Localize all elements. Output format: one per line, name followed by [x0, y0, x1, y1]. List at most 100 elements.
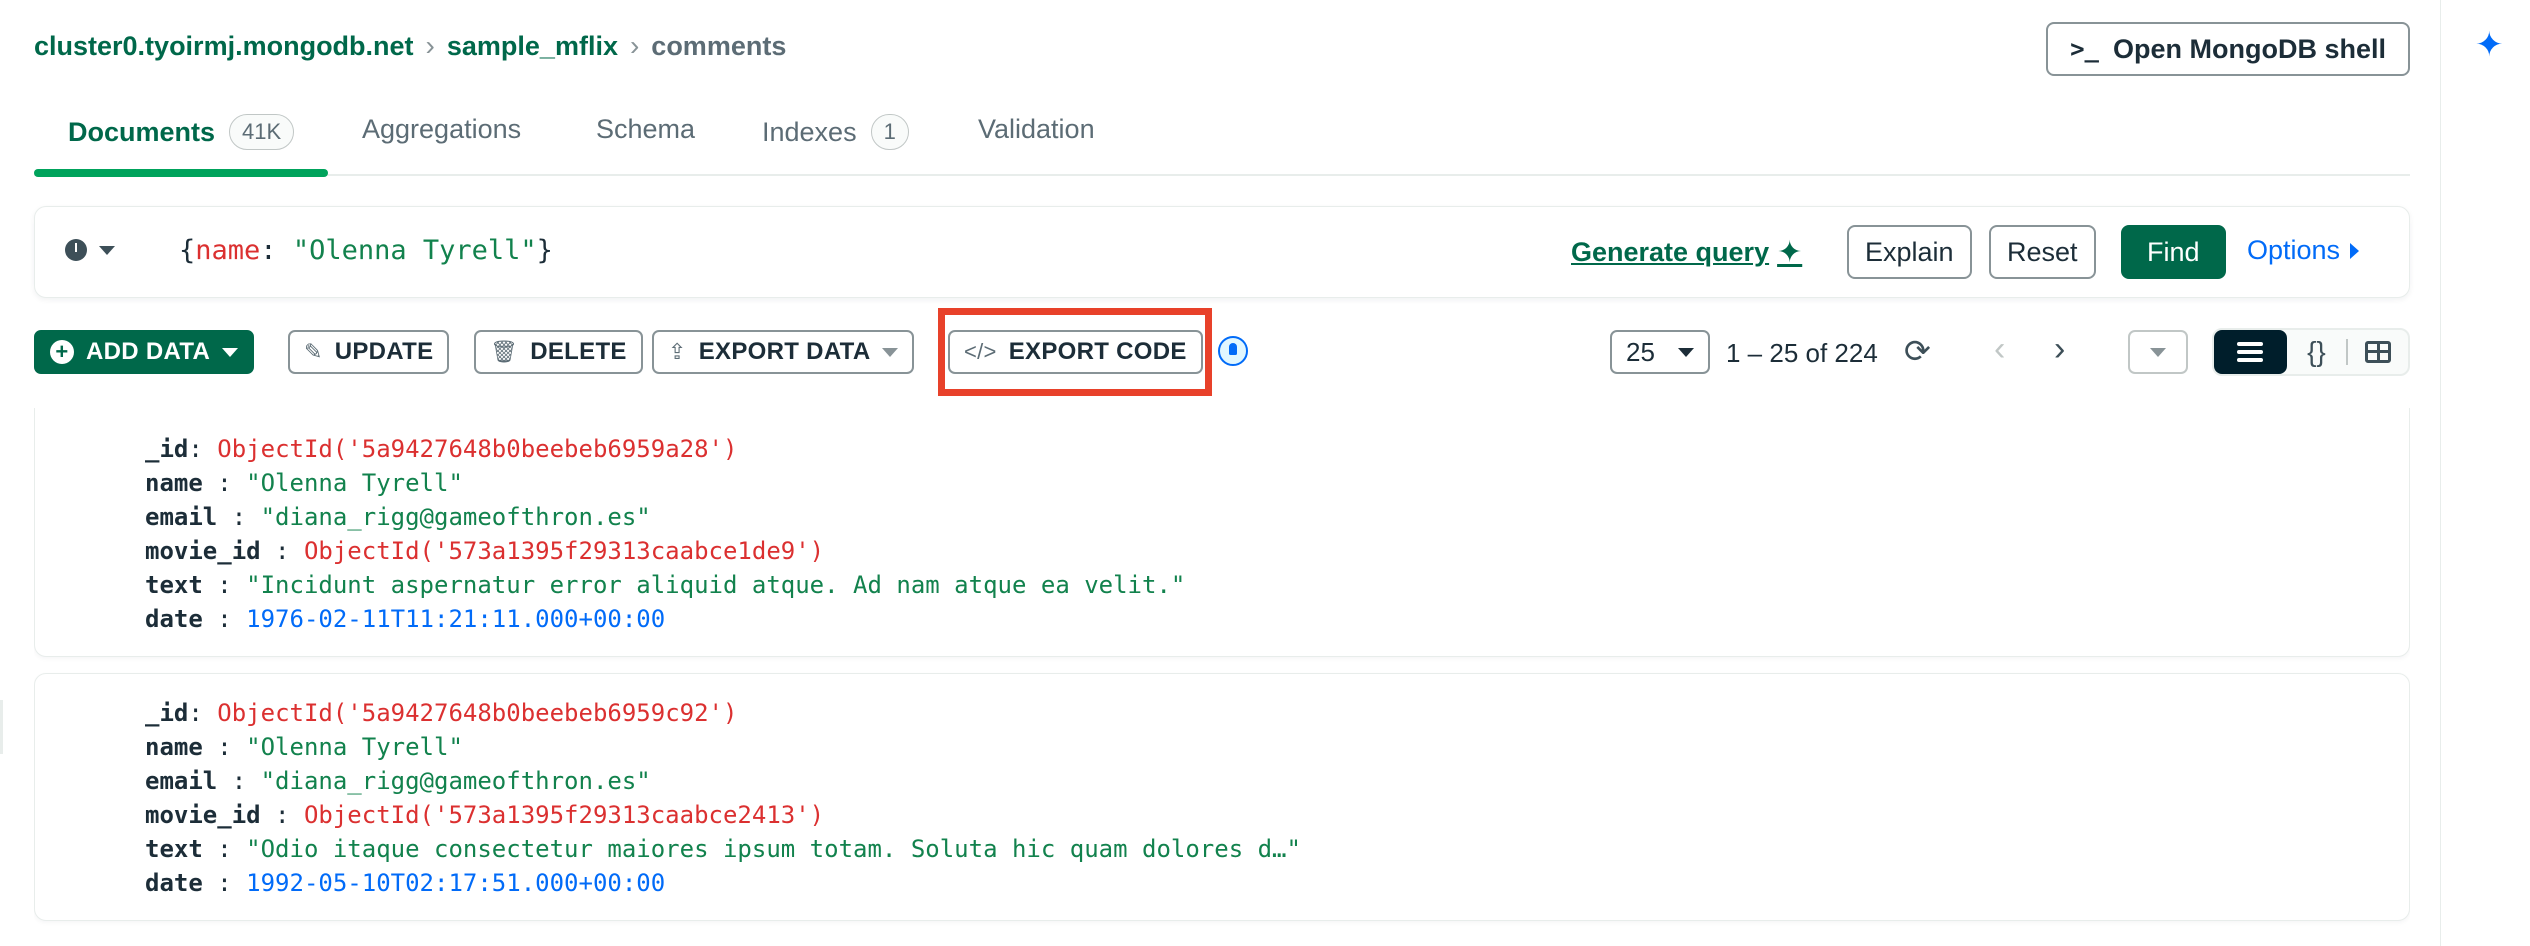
- document-field[interactable]: name : "Olenna Tyrell": [145, 466, 2409, 500]
- field-key: text: [145, 835, 203, 863]
- pencil-icon: ✎: [304, 339, 323, 364]
- assistant-rail: ✦: [2440, 0, 2530, 946]
- document-field[interactable]: date : 1976-02-11T11:21:11.000+00:00: [145, 602, 2409, 636]
- query-history-button[interactable]: [65, 239, 115, 261]
- update-button[interactable]: ✎ UPDATE: [288, 330, 450, 374]
- page-size-select[interactable]: 25: [1610, 330, 1710, 374]
- field-key: movie_id: [145, 537, 261, 565]
- document-card[interactable]: _id: ObjectId('5a9427648b0beebeb6959a28'…: [34, 408, 2410, 657]
- document-count-badge: 41K: [229, 114, 295, 150]
- index-count-badge: 1: [870, 114, 909, 150]
- table-icon: [2365, 341, 2392, 363]
- field-value: "diana_rigg@gameofthron.es": [260, 503, 651, 531]
- field-sep: :: [202, 835, 247, 863]
- filter-close-brace: }: [536, 235, 553, 266]
- tab-aggregations-label: Aggregations: [362, 114, 522, 144]
- breadcrumb-cluster[interactable]: cluster0.tyoirmj.mongodb.net: [34, 31, 414, 62]
- curly-braces-icon: {}: [2307, 336, 2326, 367]
- filter-input[interactable]: {name: "Olenna Tyrell"}: [179, 235, 553, 266]
- find-button[interactable]: Find: [2121, 225, 2226, 279]
- document-list: _id: ObjectId('5a9427648b0beebeb6959a28'…: [34, 408, 2410, 946]
- field-key: email: [145, 767, 218, 795]
- field-sep: :: [188, 699, 218, 727]
- document-field[interactable]: email : "diana_rigg@gameofthron.es": [145, 764, 2409, 798]
- field-value: "Odio itaque consectetur maiores ipsum t…: [246, 835, 1301, 863]
- tab-validation[interactable]: Validation: [978, 114, 1095, 145]
- field-sep: :: [260, 537, 304, 565]
- view-switcher: {}: [2212, 328, 2410, 376]
- document-card[interactable]: _id: ObjectId('5a9427648b0beebeb6959c92'…: [34, 673, 2410, 921]
- tab-indexes-label: Indexes: [762, 116, 857, 147]
- document-field[interactable]: _id: ObjectId('5a9427648b0beebeb6959a28'…: [145, 432, 2409, 466]
- sparkle-icon: ✦: [1777, 236, 1803, 269]
- generate-query-link[interactable]: Generate query ✦: [1571, 235, 1802, 270]
- export-code-highlight: [938, 308, 1212, 396]
- export-icon: ⇪: [668, 339, 687, 364]
- chevron-left-icon[interactable]: ‹: [1994, 330, 2005, 369]
- lightbulb-icon[interactable]: [1218, 336, 1248, 366]
- filter-key: name: [195, 235, 261, 266]
- tab-aggregations[interactable]: Aggregations: [362, 114, 521, 145]
- page-size-value: 25: [1626, 336, 1655, 367]
- field-value: "Olenna Tyrell": [246, 469, 463, 497]
- field-key: date: [145, 869, 203, 897]
- export-data-button[interactable]: ⇪ EXPORT DATA: [652, 330, 915, 374]
- breadcrumb-collection: comments: [651, 30, 787, 61]
- document-field[interactable]: name : "Olenna Tyrell": [145, 730, 2409, 764]
- open-shell-button[interactable]: >_ Open MongoDB shell: [2046, 22, 2410, 76]
- field-key: name: [145, 733, 203, 761]
- refresh-icon[interactable]: ⟳: [1904, 332, 1931, 370]
- document-field[interactable]: email : "diana_rigg@gameofthron.es": [145, 500, 2409, 534]
- more-options-dropdown[interactable]: [2128, 330, 2188, 374]
- terminal-icon: >_: [2070, 35, 2099, 63]
- document-field[interactable]: movie_id : ObjectId('573a1395f29313caabc…: [145, 798, 2409, 832]
- table-view-button[interactable]: [2348, 330, 2408, 374]
- find-label: Find: [2147, 236, 2200, 267]
- field-sep: :: [202, 571, 247, 599]
- field-value: ObjectId('5a9427648b0beebeb6959a28'): [217, 435, 738, 463]
- document-field[interactable]: _id: ObjectId('5a9427648b0beebeb6959c92'…: [145, 696, 2409, 730]
- document-field[interactable]: movie_id : ObjectId('573a1395f29313caabc…: [145, 534, 2409, 568]
- delete-button[interactable]: 🗑 DELETE: [474, 330, 643, 374]
- field-sep: :: [217, 767, 261, 795]
- active-tab-indicator: [34, 169, 328, 177]
- chevron-right-icon: ›: [425, 30, 435, 61]
- assistant-sparkle-icon[interactable]: ✦: [2475, 28, 2504, 62]
- query-bar: {name: "Olenna Tyrell"} Generate query ✦…: [34, 206, 2410, 298]
- collection-tabs: Documents 41K Aggregations Schema Indexe…: [34, 100, 2410, 177]
- open-shell-label: Open MongoDB shell: [2113, 33, 2386, 64]
- tab-schema[interactable]: Schema: [596, 114, 695, 145]
- tab-indexes[interactable]: Indexes 1: [762, 114, 909, 150]
- plus-icon: +: [50, 340, 74, 364]
- add-data-button[interactable]: + ADD DATA: [34, 330, 255, 374]
- document-field[interactable]: date : 1992-05-10T02:17:51.000+00:00: [145, 866, 2409, 900]
- list-view-button[interactable]: [2214, 330, 2287, 374]
- pagination-range: 1 – 25 of 224: [1726, 338, 1878, 368]
- json-view-button[interactable]: {}: [2287, 330, 2347, 374]
- caret-down-icon: [99, 245, 115, 255]
- clock-icon: [65, 239, 87, 261]
- reset-label: Reset: [2007, 236, 2078, 267]
- document-field[interactable]: text : "Incidunt aspernatur error aliqui…: [145, 568, 2409, 602]
- document-field[interactable]: text : "Odio itaque consectetur maiores …: [145, 832, 2409, 866]
- field-key: text: [145, 571, 203, 599]
- field-key: movie_id: [145, 801, 261, 829]
- field-sep: :: [188, 435, 218, 463]
- caret-down-icon: [882, 347, 899, 357]
- field-sep: :: [202, 605, 247, 633]
- update-label: UPDATE: [334, 338, 434, 365]
- caret-down-icon: [1678, 347, 1694, 357]
- trash-icon: 🗑: [490, 339, 519, 364]
- caret-down-icon: [2150, 347, 2166, 357]
- reset-button[interactable]: Reset: [1989, 225, 2096, 279]
- options-toggle[interactable]: Options: [2247, 235, 2360, 266]
- field-key: email: [145, 503, 218, 531]
- field-sep: :: [202, 869, 247, 897]
- tab-documents[interactable]: Documents 41K: [68, 114, 295, 150]
- breadcrumb-database[interactable]: sample_mflix: [447, 31, 618, 62]
- chevron-right-icon[interactable]: ›: [2054, 330, 2065, 369]
- explain-button[interactable]: Explain: [1847, 225, 1972, 279]
- list-icon: [2237, 342, 2264, 362]
- field-value: 1992-05-10T02:17:51.000+00:00: [246, 869, 666, 897]
- field-sep: :: [202, 733, 247, 761]
